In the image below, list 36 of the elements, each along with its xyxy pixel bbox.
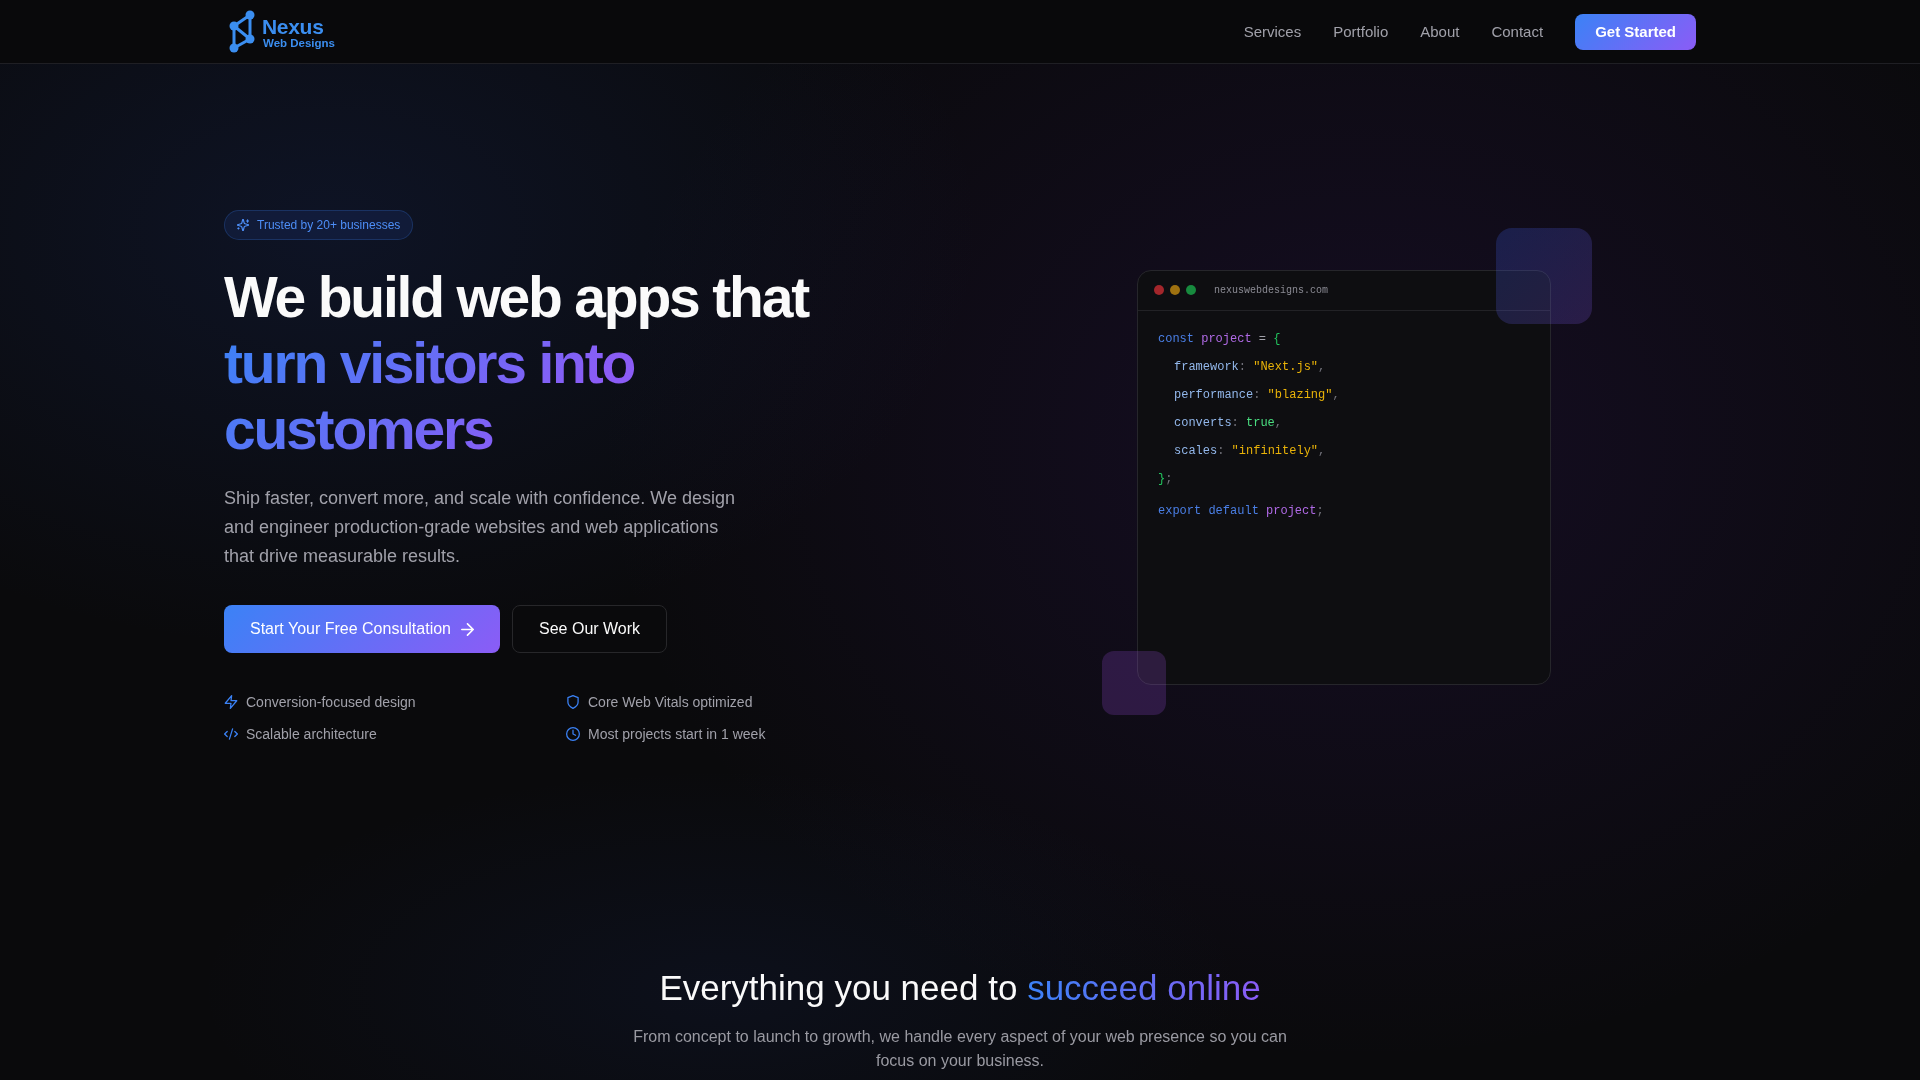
window-dot-icon bbox=[1170, 285, 1180, 295]
code-line: export default project; bbox=[1158, 502, 1324, 520]
code-line: performance: "blazing", bbox=[1174, 386, 1340, 404]
nav-link[interactable]: Contact bbox=[1491, 23, 1544, 40]
section-heading: Everything you need to succeed online bbox=[658, 967, 1262, 1009]
get-started-button[interactable]: Get Started bbox=[1575, 13, 1696, 50]
consultation-button[interactable]: Start Your Free Consultation bbox=[224, 605, 500, 653]
code-line: scales: "infinitely", bbox=[1174, 442, 1326, 460]
decorative-tile bbox=[1102, 650, 1166, 715]
logo-icon[interactable] bbox=[229, 10, 255, 53]
shield-icon bbox=[566, 695, 580, 709]
hero-description: Ship faster, convert more, and scale with confidence. We design and engineer production-grade websites and web applications that drive measurable results. bbox=[224, 487, 736, 568]
clock-icon bbox=[566, 727, 580, 741]
feature-text: Conversion-focused design bbox=[246, 694, 416, 710]
feature-text: Most projects start in 1 week bbox=[588, 726, 766, 742]
brand-tagline[interactable]: Web Designs bbox=[263, 37, 335, 50]
see-work-button[interactable]: See Our Work bbox=[512, 605, 668, 653]
nav-link[interactable]: Portfolio bbox=[1333, 23, 1389, 40]
window-dot-icon bbox=[1186, 285, 1196, 295]
feature-text: Scalable architecture bbox=[246, 726, 377, 742]
section-subtitle: From concept to launch to growth, we handle every aspect of your web presence so you can focus on your business. bbox=[632, 1027, 1288, 1071]
code-line: }; bbox=[1158, 470, 1173, 488]
feature-text: Core Web Vitals optimized bbox=[588, 694, 753, 710]
code-line: framework: "Next.js", bbox=[1174, 358, 1326, 376]
lightning-icon bbox=[224, 695, 238, 709]
trust-label: Trusted by 20+ businesses bbox=[257, 218, 401, 232]
brand-name[interactable]: Nexus bbox=[262, 17, 335, 37]
arrow-right-icon bbox=[461, 622, 474, 636]
window-dot-icon bbox=[1154, 285, 1164, 295]
nav-link[interactable]: About bbox=[1420, 23, 1460, 40]
code-line: converts: true, bbox=[1174, 414, 1283, 432]
window-url: nexuswebdesigns.com bbox=[1214, 284, 1329, 296]
sparkle-icon bbox=[237, 219, 249, 231]
code-line: const project = { bbox=[1158, 330, 1281, 348]
nav-link[interactable]: Services bbox=[1243, 23, 1302, 40]
code-icon bbox=[224, 727, 238, 741]
